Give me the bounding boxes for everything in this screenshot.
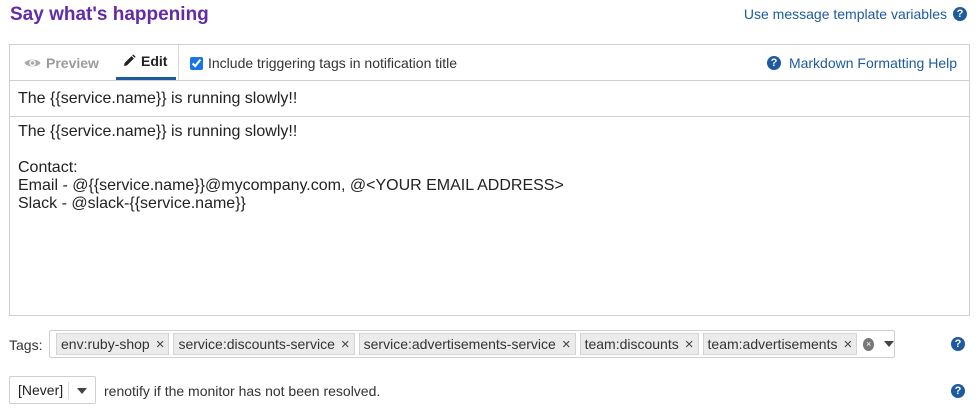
template-variables-link-label: Use message template variables <box>743 6 947 22</box>
help-icon[interactable]: ? <box>951 337 965 351</box>
tag-chip-label: service:advertisements-service <box>363 336 556 352</box>
tag-chip: team:advertisements × <box>702 333 858 355</box>
remove-tag-icon[interactable]: × <box>341 337 350 352</box>
help-icon[interactable]: ? <box>951 384 965 398</box>
tags-select[interactable]: env:ruby-shop × service:discounts-servic… <box>49 330 895 358</box>
chevron-down-icon <box>77 388 87 394</box>
tab-preview-label: Preview <box>46 54 99 71</box>
tab-edit[interactable]: Edit <box>116 45 176 80</box>
select-divider <box>68 382 69 399</box>
tag-chip-label: service:discounts-service <box>178 336 335 352</box>
pencil-icon <box>124 54 136 66</box>
tags-label: Tags: <box>9 337 43 353</box>
tag-chip: service:discounts-service × <box>173 333 355 355</box>
renotify-interval-select[interactable]: [Never] <box>9 376 96 404</box>
include-tags-label: Include triggering tags in notification … <box>208 55 458 71</box>
renotify-selected-value: [Never] <box>18 382 64 398</box>
tag-chip: env:ruby-shop × <box>56 333 170 355</box>
help-icon[interactable]: ? <box>953 7 967 21</box>
chevron-down-icon[interactable] <box>884 341 894 347</box>
tab-preview[interactable]: Preview <box>24 45 99 80</box>
eye-icon <box>24 59 41 66</box>
tab-edit-label: Edit <box>141 53 168 69</box>
markdown-help-label: Markdown Formatting Help <box>788 55 957 71</box>
tab-divider <box>178 45 179 80</box>
clear-all-icon[interactable]: × <box>863 337 874 351</box>
tag-chip-label: team:discounts <box>584 336 679 352</box>
remove-tag-icon[interactable]: × <box>156 337 165 352</box>
remove-tag-icon[interactable]: × <box>843 337 852 352</box>
include-tags-option[interactable]: Include triggering tags in notification … <box>190 55 457 71</box>
notification-title-input[interactable]: The {{service.name}} is running slowly!! <box>10 81 969 117</box>
tag-chip-label: team:advertisements <box>707 336 838 352</box>
tag-chip: team:discounts × <box>579 333 699 355</box>
editor-toolbar: Preview Edit Include triggering tags in … <box>10 45 969 81</box>
message-editor: Preview Edit Include triggering tags in … <box>9 44 970 316</box>
template-variables-link[interactable]: Use message template variables ? <box>744 6 967 22</box>
tag-chip: service:advertisements-service × <box>358 333 576 355</box>
help-icon: ? <box>766 56 781 70</box>
tag-chip-label: env:ruby-shop <box>61 336 150 352</box>
markdown-help-link[interactable]: ? Markdown Formatting Help <box>766 55 957 71</box>
remove-tag-icon[interactable]: × <box>685 337 694 352</box>
message-body-textarea[interactable]: The {{service.name}} is running slowly!!… <box>10 117 969 219</box>
remove-tag-icon[interactable]: × <box>562 337 571 352</box>
include-tags-checkbox[interactable] <box>190 56 203 70</box>
section-title: Say what's happening <box>10 4 209 25</box>
renotify-description: renotify if the monitor has not been res… <box>104 383 381 399</box>
